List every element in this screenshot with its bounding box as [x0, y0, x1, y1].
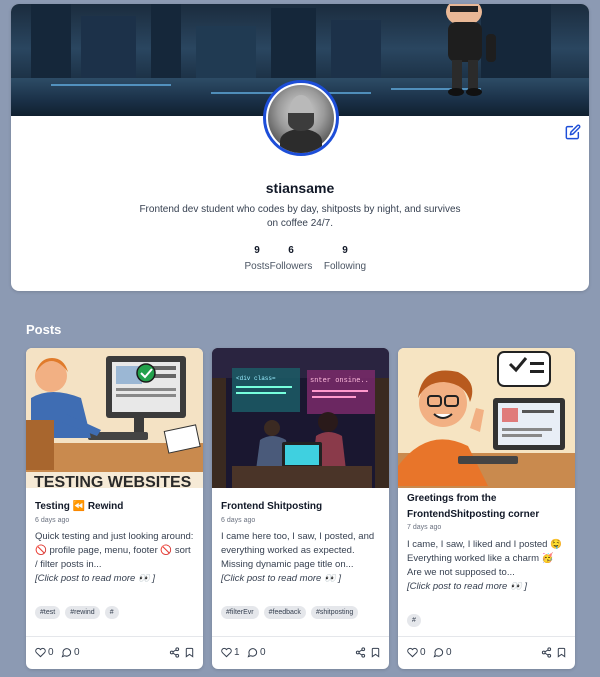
post-excerpt-text: I came here too, I saw, I posted, and ev…	[221, 531, 375, 570]
post-excerpt-text: Quick testing and just looking around: 🚫…	[35, 531, 194, 570]
share-icon[interactable]	[169, 647, 180, 658]
bookmark-icon[interactable]	[184, 647, 195, 658]
tag[interactable]: #feedback	[263, 606, 306, 619]
tag[interactable]: #	[407, 614, 421, 627]
stat-following-value: 9	[342, 245, 348, 256]
post-excerpt-text: I came, I saw, I liked and I posted 🤤 Ev…	[407, 539, 562, 578]
comment-count: 0	[74, 647, 80, 658]
post-title[interactable]: Greetings from the FrontendShitposting c…	[407, 491, 567, 523]
edit-profile-button[interactable]	[565, 124, 581, 140]
heart-icon	[407, 647, 418, 658]
comment-button[interactable]: 0	[433, 647, 452, 658]
stat-following[interactable]: 9 Following	[310, 245, 380, 273]
share-icon[interactable]	[355, 647, 366, 658]
stat-following-label: Following	[323, 261, 367, 272]
avatar[interactable]	[263, 80, 339, 156]
post-excerpt: I came, I saw, I liked and I posted 🤤 Ev…	[407, 538, 567, 594]
comment-button[interactable]: 0	[247, 647, 266, 658]
post-date: 6 days ago	[221, 517, 256, 524]
heart-icon	[35, 647, 46, 658]
tag[interactable]: #rewind	[65, 606, 100, 619]
post-card[interactable]: TESTING WEBSITES Testing ⏪ Rewind 6 days…	[26, 348, 203, 669]
post-image[interactable]	[398, 348, 575, 488]
profile-card: stiansame Frontend dev student who codes…	[11, 4, 589, 291]
tag[interactable]: #shitposting	[310, 606, 359, 619]
post-card[interactable]: Greetings from the FrontendShitposting c…	[398, 348, 575, 669]
comment-icon	[433, 648, 444, 658]
like-button[interactable]: 1	[221, 647, 240, 658]
like-count: 1	[234, 647, 240, 658]
post-image[interactable]: <div class= snter onsine..	[212, 348, 389, 488]
post-tags: #test #rewind #	[35, 606, 119, 619]
like-button[interactable]: 0	[35, 647, 54, 658]
post-footer: 1 0	[212, 636, 389, 669]
like-button[interactable]: 0	[407, 647, 426, 658]
comment-count: 0	[446, 647, 452, 658]
post-title[interactable]: Testing ⏪ Rewind	[35, 499, 123, 515]
read-more[interactable]: [Click post to read more 👀 ]	[407, 580, 567, 594]
like-count: 0	[420, 647, 426, 658]
profile-stats: 9 Posts 6 Followers 9 Following	[11, 245, 589, 273]
comment-icon	[61, 648, 72, 658]
post-image[interactable]: TESTING WEBSITES	[26, 348, 203, 488]
post-excerpt: Quick testing and just looking around: 🚫…	[35, 530, 195, 586]
heart-icon	[221, 647, 232, 658]
comment-count: 0	[260, 647, 266, 658]
bookmark-icon[interactable]	[370, 647, 381, 658]
post-footer: 0 0	[398, 636, 575, 669]
post-tags: #	[407, 614, 421, 627]
banner-character	[446, 4, 496, 96]
post-card[interactable]: <div class= snter onsine.. Frontend Shit…	[212, 348, 389, 669]
post-date: 7 days ago	[407, 524, 442, 531]
posts-heading: Posts	[26, 322, 62, 337]
comment-icon	[247, 648, 258, 658]
comment-button[interactable]: 0	[61, 647, 80, 658]
post-footer: 0 0	[26, 636, 203, 669]
profile-username: stiansame	[265, 180, 335, 196]
tag[interactable]: #	[104, 606, 119, 619]
bookmark-icon[interactable]	[556, 647, 567, 658]
post-excerpt: I came here too, I saw, I posted, and ev…	[221, 530, 381, 586]
post-tags: #filterEvr #feedback #shitposting	[221, 606, 359, 619]
read-more[interactable]: [Click post to read more 👀 ]	[221, 572, 381, 586]
tag[interactable]: #test	[35, 606, 61, 619]
svg-text:snter onsine..: snter onsine..	[310, 377, 369, 385]
post-date: 6 days ago	[35, 517, 70, 524]
like-count: 0	[48, 647, 54, 658]
tag[interactable]: #filterEvr	[221, 606, 259, 619]
read-more[interactable]: [Click post to read more 👀 ]	[35, 572, 195, 586]
profile-bio: Frontend dev student who codes by day, s…	[139, 204, 461, 229]
post-title[interactable]: Frontend Shitposting	[221, 499, 322, 515]
share-icon[interactable]	[541, 647, 552, 658]
svg-text:<div class=: <div class=	[236, 375, 276, 382]
svg-text:TESTING WEBSITES: TESTING WEBSITES	[34, 474, 192, 488]
edit-icon	[565, 124, 581, 140]
